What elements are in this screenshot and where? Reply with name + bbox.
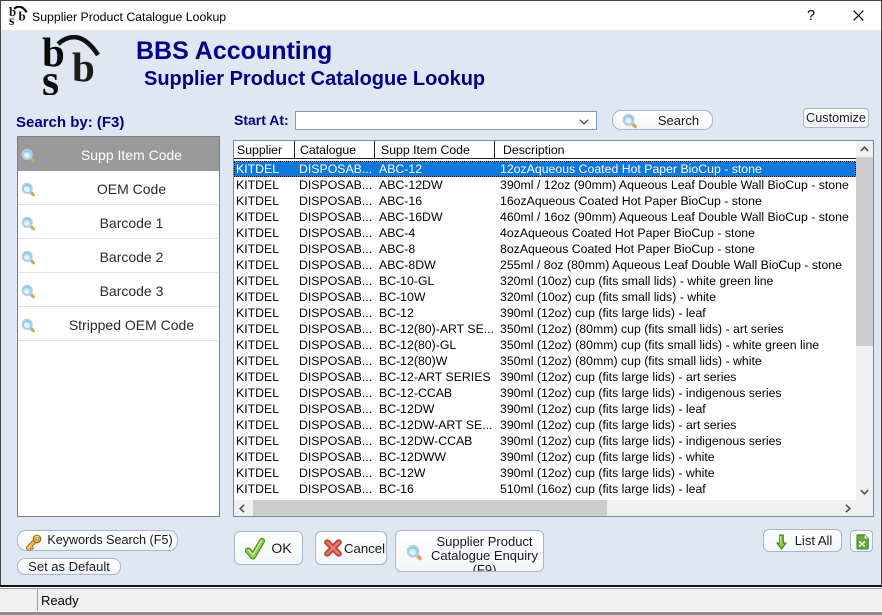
svg-text:b: b <box>72 44 95 90</box>
svg-text:s: s <box>9 14 15 25</box>
svg-text:s: s <box>42 56 59 95</box>
